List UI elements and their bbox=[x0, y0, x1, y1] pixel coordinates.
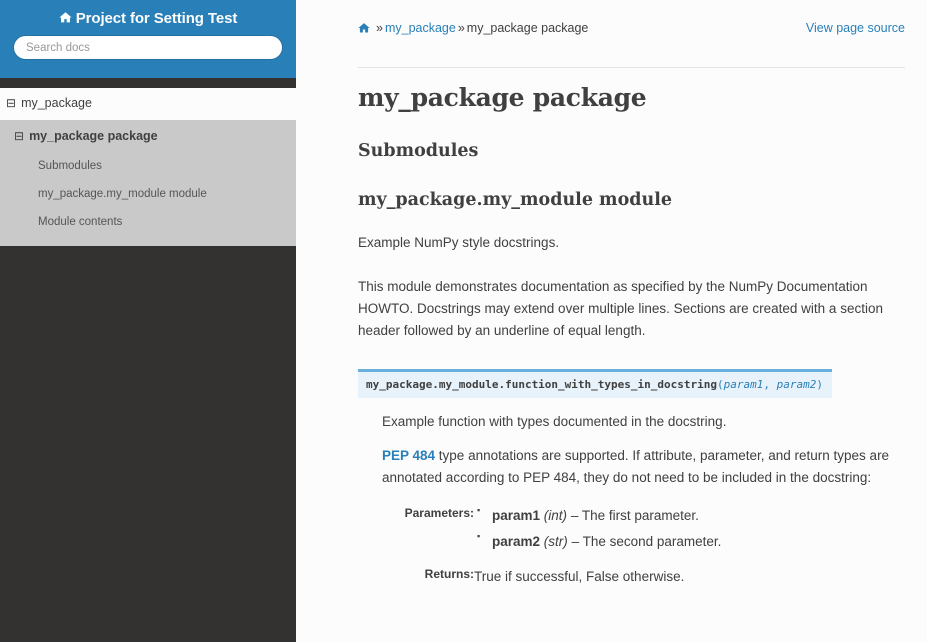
sidebar-item-my-package-package[interactable]: ⊟ my_package package bbox=[0, 120, 296, 153]
signature-comma: , bbox=[763, 378, 777, 392]
signature-param-1: param1 bbox=[723, 378, 764, 392]
returns-text: True if successful, False otherwise. bbox=[474, 569, 685, 585]
breadcrumb: » my_package» my_package package bbox=[358, 21, 588, 37]
brand-home-link[interactable]: Project for Setting Test bbox=[59, 10, 238, 29]
view-page-source-link[interactable]: View page source bbox=[806, 21, 905, 35]
signature-close-paren: ) bbox=[816, 378, 823, 392]
function-signature[interactable]: my_package.my_module.function_with_types… bbox=[358, 369, 832, 398]
field-list: Parameters: param1 (int) – The first par… bbox=[382, 504, 722, 588]
pep-484-link[interactable]: PEP 484 bbox=[382, 448, 435, 463]
search-input[interactable] bbox=[13, 35, 283, 60]
param-name: param1 bbox=[492, 508, 541, 524]
content-area: » my_package» my_package package View page… bbox=[296, 0, 927, 642]
field-label-returns: Returns: bbox=[424, 567, 474, 582]
python-function-block: my_package.my_module.function_with_types… bbox=[358, 369, 905, 588]
page-title: my_package package bbox=[358, 83, 647, 112]
list-item: param1 (int) – The first parameter. bbox=[477, 504, 721, 526]
home-icon bbox=[358, 22, 370, 37]
sidebar-nav-tree: ⊟ my_package ⊟ my_package package Submodul… bbox=[0, 88, 296, 247]
breadcrumb-link-my-package[interactable]: my_package bbox=[385, 21, 456, 35]
search-form bbox=[0, 29, 296, 60]
sidebar-header: Project for Setting Test bbox=[0, 0, 296, 78]
function-summary: Example function with types documented i… bbox=[382, 413, 727, 429]
sidebar-item-my-package[interactable]: ⊟ my_package bbox=[0, 88, 296, 120]
brand-row: Project for Setting Test bbox=[0, 0, 296, 29]
function-pep-paragraph: PEP 484 type annotations are supported. … bbox=[382, 445, 905, 489]
section-heading-submodules: Submodules bbox=[358, 140, 479, 161]
paragraph-module-description: This module demonstrates documentation a… bbox=[358, 278, 883, 338]
breadcrumb-separator-1: » bbox=[376, 21, 383, 35]
sidebar-subtree-my-package-package: ⊟ my_package package Submodules my_packag… bbox=[0, 120, 296, 247]
breadcrumb-current: my_package package bbox=[466, 21, 589, 35]
param-type: (int) bbox=[543, 508, 568, 524]
function-name: my_package.my_module.function_with_types… bbox=[366, 378, 717, 392]
field-value-returns: True if successful, False otherwise. bbox=[474, 551, 721, 588]
field-label-parameters: Parameters: bbox=[404, 506, 474, 521]
signature-param-2: param2 bbox=[776, 378, 817, 392]
document-body: my_package package Submodules my_package… bbox=[296, 84, 927, 588]
breadcrumb-separator-2: » bbox=[457, 21, 465, 35]
home-icon bbox=[59, 11, 72, 29]
breadcrumb-rule bbox=[358, 67, 905, 68]
brand-title: Project for Setting Test bbox=[75, 10, 238, 27]
param-desc: The second parameter. bbox=[582, 533, 722, 549]
breadcrumb-bar: » my_package» my_package package View page… bbox=[296, 0, 927, 68]
list-item: param2 (str) – The second parameter. bbox=[477, 530, 722, 552]
field-row-parameters: Parameters: param1 (int) – The first par… bbox=[382, 504, 722, 552]
param-name: param2 bbox=[492, 533, 541, 549]
minus-square-icon[interactable]: ⊟ bbox=[14, 129, 24, 143]
sidebar-item-my-package-package-label: my_package package bbox=[29, 129, 158, 143]
sidebar-item-my-module[interactable]: my_package.my_module module bbox=[0, 181, 296, 209]
parameter-list: param1 (int) – The first parameter. para… bbox=[474, 504, 722, 552]
sidebar-item-my-package-label: my_package bbox=[21, 96, 92, 110]
breadcrumb-home-link[interactable] bbox=[358, 21, 374, 35]
minus-square-icon[interactable]: ⊟ bbox=[6, 96, 16, 110]
sidebar-divider bbox=[0, 78, 296, 88]
sidebar: Project for Setting Test ⊟ my_package ⊟ my… bbox=[0, 0, 296, 642]
section-heading-my-module: my_package.my_module module bbox=[358, 189, 672, 210]
sidebar-item-submodules[interactable]: Submodules bbox=[0, 153, 296, 181]
function-pep-text: type annotations are supported. If attri… bbox=[382, 448, 890, 486]
signature-open-paren: ( bbox=[717, 378, 724, 392]
param-dash: – bbox=[571, 533, 580, 549]
field-row-returns: Returns: True if successful, False other… bbox=[382, 551, 721, 588]
param-type: (str) bbox=[543, 533, 568, 549]
page-root: Project for Setting Test ⊟ my_package ⊟ my… bbox=[0, 0, 927, 642]
param-desc: The first parameter. bbox=[581, 508, 699, 524]
function-description: Example function with types documented i… bbox=[382, 411, 905, 589]
param-dash: – bbox=[570, 508, 579, 524]
field-value-parameters: param1 (int) – The first parameter. para… bbox=[474, 504, 722, 552]
sidebar-item-module-contents[interactable]: Module contents bbox=[0, 209, 296, 237]
paragraph-intro: Example NumPy style docstrings. bbox=[358, 235, 560, 250]
